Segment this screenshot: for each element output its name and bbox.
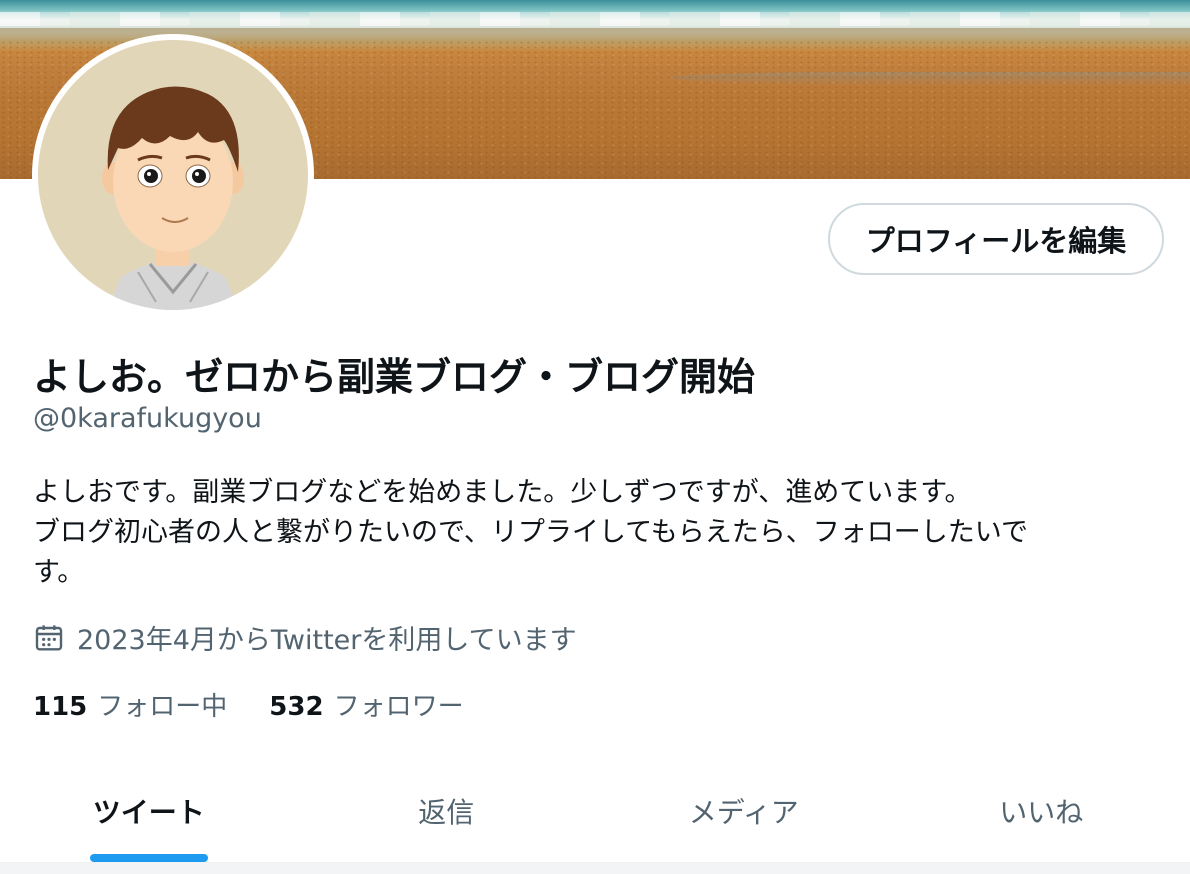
joined-text: 2023年4月からTwitterを利用しています — [77, 625, 577, 656]
tab-label: ツイート — [92, 796, 205, 829]
tab-tweets[interactable]: ツイート — [0, 760, 298, 862]
bio-line: よしおです。副業ブログなどを始めました。少しずつですが、進めています。 — [33, 477, 972, 508]
tab-media[interactable]: メディア — [595, 760, 893, 862]
following-label: フォロー中 — [97, 692, 228, 722]
followers-link[interactable]: 532 フォロワー — [269, 686, 463, 723]
user-handle: @0karafukugyou — [33, 403, 262, 434]
profile-bio: よしおです。副業ブログなどを始めました。少しずつですが、進めています。 ブログ初… — [33, 473, 1163, 593]
followers-label: フォロワー — [333, 692, 464, 722]
joined-date: 2023年4月からTwitterを利用しています — [33, 618, 577, 657]
tabs-divider — [0, 862, 1190, 874]
edit-profile-button[interactable]: プロフィールを編集 — [828, 203, 1164, 275]
following-link[interactable]: 115 フォロー中 — [33, 686, 227, 723]
display-name: よしお。ゼロから副業ブログ・ブログ開始 — [33, 355, 756, 399]
following-count: 115 — [33, 692, 88, 722]
follow-stats: 115 フォロー中 532 フォロワー — [33, 686, 506, 723]
bio-line: す。 — [33, 557, 85, 588]
tab-label: メディア — [688, 796, 799, 829]
profile-tabs: ツイート 返信 メディア いいね — [0, 760, 1190, 862]
followers-count: 532 — [269, 692, 324, 722]
banner-wave — [0, 12, 1190, 26]
profile-page: プロフィールを編集 よしお。ゼロから副業ブログ・ブログ開始 @0karafuku… — [0, 0, 1190, 874]
bio-line: ブログ初心者の人と繋がりたいので、リプライしてもらえたら、フォローしたいで — [33, 517, 1028, 548]
avatar-illustration — [38, 40, 308, 310]
tab-label: いいね — [999, 796, 1084, 829]
tab-replies[interactable]: 返信 — [298, 760, 596, 862]
tab-likes[interactable]: いいね — [893, 760, 1190, 862]
calendar-icon — [35, 624, 63, 651]
profile-avatar[interactable] — [32, 34, 314, 316]
tab-label: 返信 — [418, 796, 475, 829]
active-tab-indicator — [89, 854, 208, 862]
